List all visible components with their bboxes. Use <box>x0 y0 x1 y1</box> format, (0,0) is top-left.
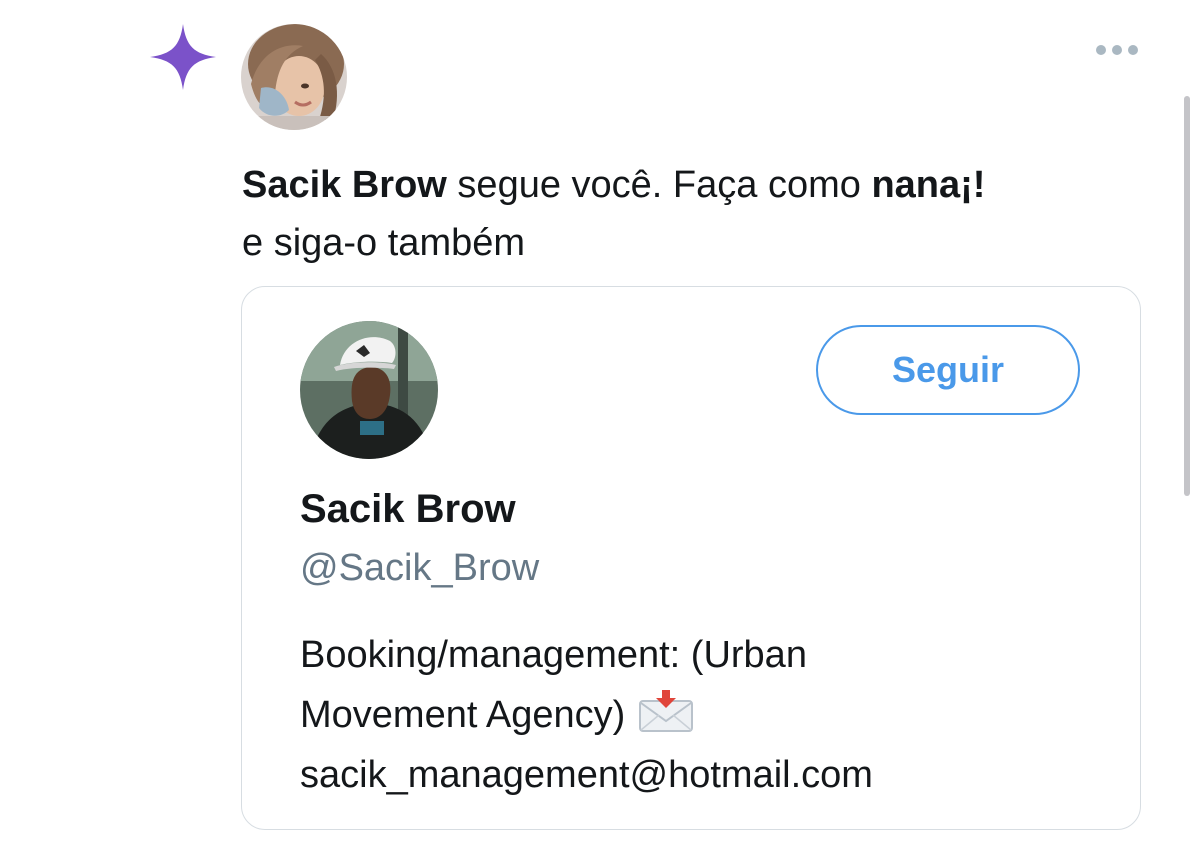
bio-email[interactable]: sacik_management@hotmail.com <box>300 745 1080 805</box>
profile-display-name[interactable]: Sacik Brow <box>300 487 516 532</box>
follow-button[interactable]: Seguir <box>816 325 1080 415</box>
scrollbar[interactable] <box>1184 96 1190 496</box>
friend-name[interactable]: nana¡! <box>871 164 985 206</box>
notification-text: Sacik Brow segue você. Faça como nana¡! … <box>242 156 1162 272</box>
profile-card[interactable]: Seguir Sacik Brow @Sacik_Brow Booking/ma… <box>241 286 1141 830</box>
more-horizontal-icon[interactable] <box>1094 40 1140 60</box>
profile-bio: Booking/management: (Urban Movement Agen… <box>300 625 1080 805</box>
envelope-icon <box>639 690 694 732</box>
profile-avatar[interactable] <box>300 321 438 459</box>
actor-name[interactable]: Sacik Brow <box>242 164 447 206</box>
notification-text-end: e siga-o também <box>242 222 526 264</box>
bio-line-with-icon: Movement Agency) <box>300 685 1080 745</box>
notification-text-middle: segue você. Faça como <box>446 164 872 206</box>
bio-line: Booking/management: (Urban <box>300 634 807 676</box>
sparkle-icon <box>150 24 216 90</box>
follower-avatar[interactable] <box>241 24 347 130</box>
notification-item[interactable]: Sacik Brow segue você. Faça como nana¡! … <box>0 0 1200 842</box>
bio-line-text: Movement Agency) <box>300 694 626 736</box>
profile-handle[interactable]: @Sacik_Brow <box>300 547 539 590</box>
